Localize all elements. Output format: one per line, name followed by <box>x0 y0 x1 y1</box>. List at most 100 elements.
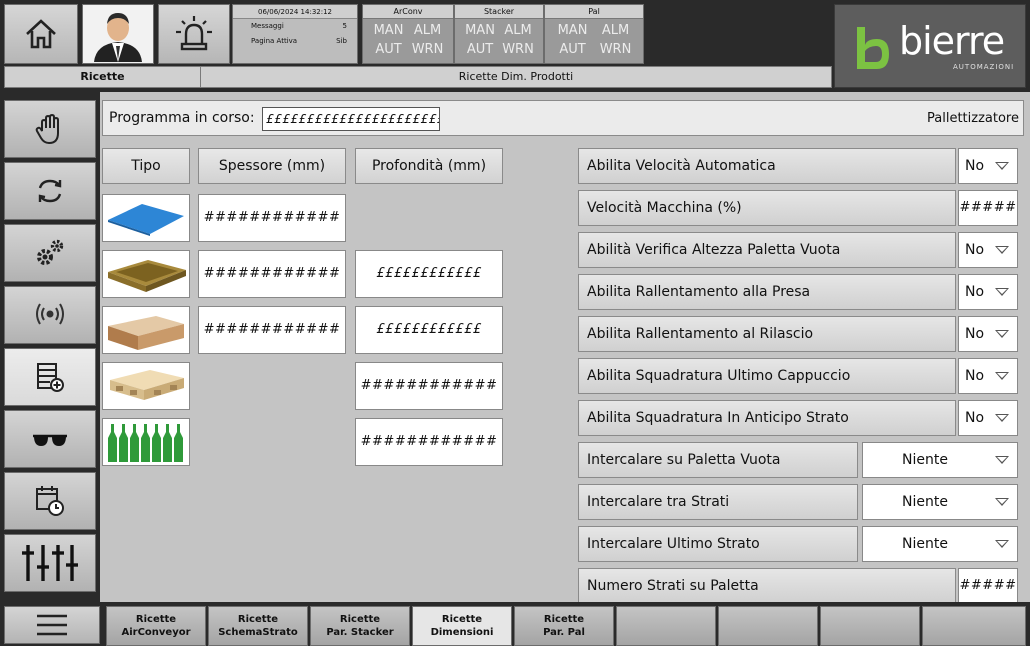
state-wrn: WRN <box>502 42 534 57</box>
param-label: Velocità Macchina (%) <box>578 190 956 226</box>
datetime: 06/06/2024 14:32:12 <box>233 5 357 19</box>
station-name: Stacker <box>455 5 543 19</box>
glasses-icon <box>33 434 67 446</box>
tab-ricette-dimensioni[interactable]: Ricette Dimensioni <box>412 606 512 646</box>
param-dropdown[interactable]: No <box>958 148 1018 184</box>
station-status-pal[interactable]: Pal MAN ALM AUT WRN <box>544 4 644 64</box>
state-wrn: WRN <box>411 42 444 57</box>
user-button[interactable] <box>82 4 154 64</box>
profondita-field-2[interactable]: ££££££££££££ <box>355 250 503 298</box>
product-thumb-tray[interactable] <box>102 250 190 298</box>
param-dropdown[interactable]: No <box>958 232 1018 268</box>
tray-icon <box>108 260 186 292</box>
param-label: Abilita Squadratura In Anticipo Strato <box>578 400 956 436</box>
header: 06/06/2024 14:32:12 Messaggi 5 Pagina Att… <box>0 0 1030 92</box>
station-status-arconv[interactable]: ArConv MAN ALM AUT WRN <box>362 4 454 64</box>
hmi-screen: 06/06/2024 14:32:12 Messaggi 5 Pagina Att… <box>0 0 1030 646</box>
chevron-down-icon <box>995 498 1009 506</box>
param-dropdown[interactable]: No <box>958 358 1018 394</box>
bottom-tab-bar: Ricette AirConveyor Ricette SchemaStrato R… <box>0 602 1030 646</box>
alarm-button[interactable] <box>158 4 230 64</box>
user-avatar-icon <box>94 13 142 62</box>
param-dropdown[interactable]: No <box>958 316 1018 352</box>
column-header-tipo: Tipo <box>102 148 190 184</box>
param-dropdown[interactable]: Niente <box>862 484 1018 520</box>
tab-ricette-par-stacker[interactable]: Ricette Par. Stacker <box>310 606 410 646</box>
param-dropdown[interactable]: Niente <box>862 526 1018 562</box>
profondita-field-5[interactable]: ############ <box>355 418 503 466</box>
home-button[interactable] <box>4 4 78 64</box>
state-aut: AUT <box>466 42 494 57</box>
system-info-box: 06/06/2024 14:32:12 Messaggi 5 Pagina Att… <box>232 4 358 64</box>
param-label: Abilita Velocità Automatica <box>578 148 956 184</box>
param-dropdown[interactable]: Niente <box>862 442 1018 478</box>
profondita-field-3[interactable]: ££££££££££££ <box>355 306 503 354</box>
param-dropdown[interactable]: No <box>958 274 1018 310</box>
sidebar-item-settings[interactable] <box>4 224 96 282</box>
product-thumb-pallet[interactable] <box>102 362 190 410</box>
pallet-icon <box>110 370 184 400</box>
param-label: Abilità Verifica Altezza Paletta Vuota <box>578 232 956 268</box>
profondita-field-4[interactable]: ############ <box>355 362 503 410</box>
state-aut: AUT <box>375 42 402 57</box>
program-label: Programma in corso: <box>109 110 255 126</box>
tab-empty-4[interactable] <box>922 606 1026 646</box>
sidebar-item-adjust[interactable] <box>4 534 96 592</box>
product-thumb-sheet[interactable] <box>102 194 190 242</box>
station-name: ArConv <box>363 5 453 19</box>
bierre-logo: bierre AUTOMAZIONI <box>834 4 1026 88</box>
param-label: Numero Strati su Paletta <box>578 568 956 604</box>
tab-ricette-airconveyor[interactable]: Ricette AirConveyor <box>106 606 206 646</box>
info-row-messages: Messaggi 5 <box>251 22 347 30</box>
hand-icon <box>35 113 59 145</box>
logo-subtitle: AUTOMAZIONI <box>953 63 1015 71</box>
program-value-field[interactable]: ££££££££££££££££££££££££ <box>262 107 440 131</box>
spessore-field-1[interactable]: ############ <box>198 194 346 242</box>
param-row-squadratura-anticipo: Abilita Squadratura In Anticipo Strato N… <box>578 400 1018 436</box>
tab-ricette-par-pal[interactable]: Ricette Par. Pal <box>514 606 614 646</box>
chevron-down-icon <box>995 372 1009 380</box>
param-row-verifica-altezza: Abilità Verifica Altezza Paletta Vuota N… <box>578 232 1018 268</box>
state-aut: AUT <box>559 42 586 57</box>
column-header-spessore: Spessore (mm) <box>198 148 346 184</box>
bierre-b-logo-icon <box>857 27 889 69</box>
sidebar-item-recipes[interactable] <box>4 348 96 406</box>
state-wrn: WRN <box>599 42 632 57</box>
state-alm: ALM <box>504 23 532 38</box>
sidebar-item-schedule[interactable] <box>4 472 96 530</box>
state-man: MAN <box>557 23 588 38</box>
spessore-field-2[interactable]: ############ <box>198 250 346 298</box>
tab-empty-2[interactable] <box>718 606 818 646</box>
beacon-alarm-icon <box>176 16 212 51</box>
station-status-stacker[interactable]: Stacker MAN ALM AUT WRN <box>454 4 544 64</box>
spessore-field-3[interactable]: ############ <box>198 306 346 354</box>
product-thumb-bottles[interactable] <box>102 418 190 466</box>
sidebar-item-cycle[interactable] <box>4 162 96 220</box>
param-label: Abilita Squadratura Ultimo Cappuccio <box>578 358 956 394</box>
product-thumb-box[interactable] <box>102 306 190 354</box>
chevron-down-icon <box>995 330 1009 338</box>
cycle-icon <box>38 179 62 203</box>
param-label: Abilita Rallentamento alla Presa <box>578 274 956 310</box>
breadcrumb-section: Ricette <box>5 67 201 87</box>
sidebar-item-signal[interactable] <box>4 286 96 344</box>
param-row-vel-macchina: Velocità Macchina (%) ##### <box>578 190 1018 226</box>
state-man: MAN <box>465 23 495 38</box>
sidebar-item-manual[interactable] <box>4 100 96 158</box>
param-row-rall-presa: Abilita Rallentamento alla Presa No <box>578 274 1018 310</box>
menu-button[interactable] <box>4 606 100 644</box>
param-row-intercalare-strati: Intercalare tra Strati Niente <box>578 484 1018 520</box>
tab-ricette-schemastrato[interactable]: Ricette SchemaStrato <box>208 606 308 646</box>
param-dropdown[interactable]: No <box>958 400 1018 436</box>
tab-empty-3[interactable] <box>820 606 920 646</box>
param-number-field[interactable]: ##### <box>958 190 1018 226</box>
main-panel: Programma in corso: ££££££££££££££££££££… <box>100 92 1030 604</box>
sidebar-item-view[interactable] <box>4 410 96 468</box>
info-row-page: Pagina Attiva Sib <box>251 37 347 45</box>
param-label: Intercalare Ultimo Strato <box>578 526 858 562</box>
breadcrumb-page: Ricette Dim. Prodotti <box>458 70 574 83</box>
logo-wordmark: bierre <box>899 19 1005 63</box>
tab-empty-1[interactable] <box>616 606 716 646</box>
param-number-field[interactable]: ##### <box>958 568 1018 604</box>
param-row-rall-rilascio: Abilita Rallentamento al Rilascio No <box>578 316 1018 352</box>
